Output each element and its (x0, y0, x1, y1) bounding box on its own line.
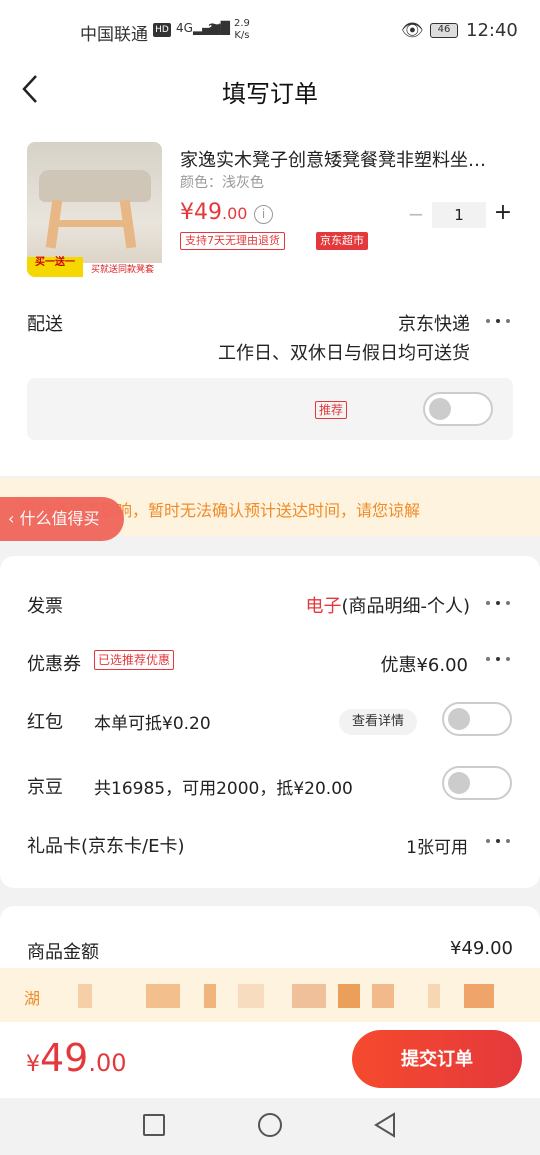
order-options-card: 发票 电子(商品明细-个人) 优惠券 已选推荐优惠 优惠¥6.00 红包 本单可… (0, 556, 540, 888)
view-details-button[interactable]: 查看详情 (339, 709, 417, 735)
coupon-value[interactable]: 优惠¥6.00 (380, 651, 468, 677)
delivery-method[interactable]: 京东快递 (398, 310, 470, 336)
red-packet-toggle[interactable] (442, 702, 512, 736)
address-bar[interactable]: 湖 (0, 968, 540, 1022)
status-bar: 中国联通 HD 4G▂▄▆█ ≋ 2.9 K/s 👁 46 12:40 (0, 0, 540, 60)
wifi-icon: ≋ (207, 18, 223, 39)
coupon-label: 优惠券 (27, 654, 81, 675)
product-price: ¥49.00 (180, 200, 248, 225)
return-policy-tag: 支持7天无理由退货 (180, 232, 285, 250)
supermarket-tag: 京东超市 (316, 232, 368, 250)
quantity-increase-button[interactable]: + (492, 200, 514, 225)
delivery-label: 配送 (27, 314, 63, 335)
invoice-value[interactable]: 电子(商品明细-个人) (305, 592, 470, 618)
product-color: 颜色：浅灰色 (180, 175, 264, 191)
product-card: 买一送一 买就送同款凳套 家逸实木凳子创意矮凳餐凳非塑料坐… 颜色：浅灰色 ¥4… (0, 120, 540, 476)
coupon-tag: 已选推荐优惠 (94, 650, 175, 670)
quantity-decrease-button[interactable]: − (406, 202, 426, 226)
info-icon[interactable]: i (254, 205, 273, 224)
carrier-name: 中国联通 (80, 25, 148, 45)
submit-order-button[interactable]: 提交订单 (352, 1030, 522, 1088)
red-packet-label: 红包 (27, 712, 63, 733)
clock: 12:40 (466, 20, 518, 41)
top-nav: 填写订单 (0, 60, 540, 120)
recommend-tag: 推荐 (315, 401, 348, 419)
jd-beans-value: 共16985，可用2000，抵¥20.00 (94, 779, 353, 799)
gift-card-value[interactable]: 1张可用 (406, 833, 468, 858)
hd-icon: HD (153, 23, 171, 37)
total-price: ¥49.00 (26, 1036, 127, 1080)
more-icon[interactable] (484, 316, 514, 326)
more-icon[interactable] (484, 654, 514, 664)
delivery-option: 推荐 (27, 378, 513, 440)
product-image[interactable]: 买一送一 买就送同款凳套 (27, 142, 162, 277)
floating-tag-button[interactable]: ‹ 什么值得买 (0, 497, 124, 541)
address-text: 湖 (24, 989, 41, 1008)
page-title: 填写订单 (222, 80, 318, 108)
delivery-note: 工作日、双休日与假日均可送货 (218, 343, 470, 364)
red-packet-value: 本单可抵¥0.20 (94, 714, 211, 734)
jd-beans-label: 京豆 (27, 777, 63, 798)
thumb-promo: 买就送同款凳套 (83, 263, 162, 277)
battery-icon: 46 (430, 23, 458, 38)
amount-label: 商品金额 (27, 942, 99, 963)
gift-card-label: 礼品卡(京东卡/E卡) (27, 836, 185, 857)
more-icon[interactable] (484, 836, 514, 846)
product-title[interactable]: 家逸实木凳子创意矮凳餐凳非塑料坐… (180, 146, 510, 172)
invoice-label: 发票 (27, 596, 63, 617)
quantity-input[interactable]: 1 (432, 202, 486, 228)
thumb-badge: 买一送一 (27, 257, 83, 277)
jd-beans-toggle[interactable] (442, 766, 512, 800)
eye-icon: 👁 (401, 20, 424, 41)
back-icon[interactable] (372, 1112, 398, 1138)
more-icon[interactable] (484, 598, 514, 608)
amount-value: ¥49.00 (450, 938, 513, 959)
home-icon[interactable] (258, 1113, 282, 1137)
network-speed: 2.9 K/s (234, 18, 250, 41)
recent-apps-icon[interactable] (143, 1114, 165, 1136)
submit-bar: ¥49.00 提交订单 (0, 1022, 540, 1098)
system-nav-bar (0, 1098, 540, 1155)
delivery-option-toggle[interactable] (423, 392, 493, 426)
